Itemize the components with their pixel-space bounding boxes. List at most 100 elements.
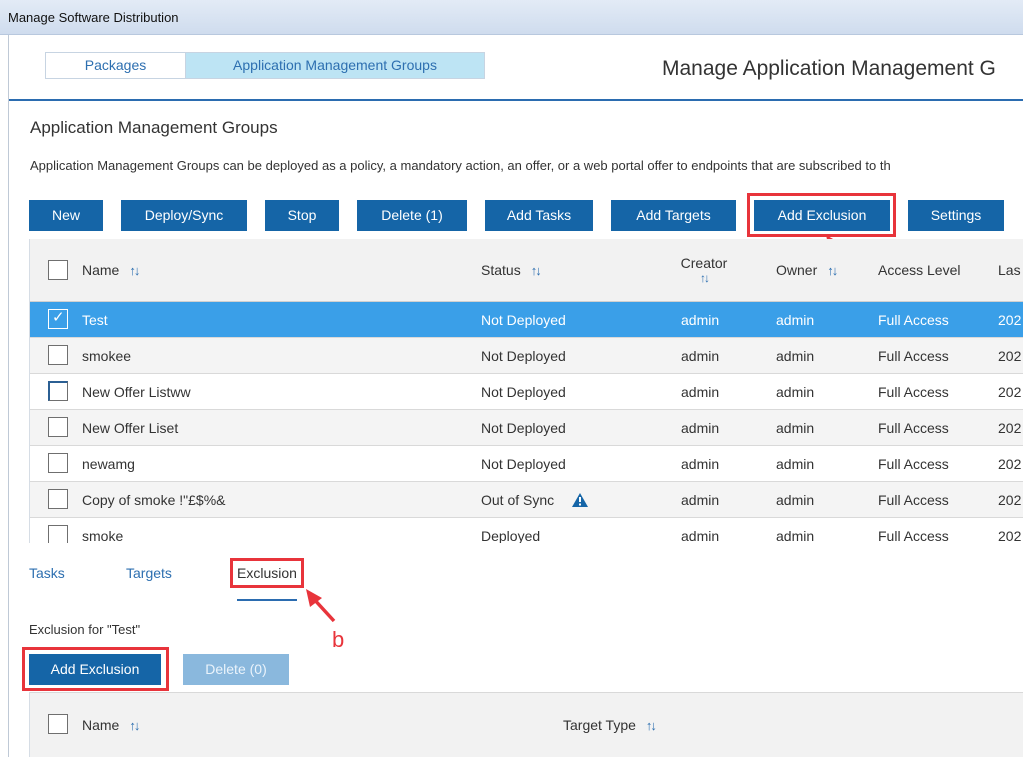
annotation-arrow-b (306, 589, 336, 623)
row-checkbox[interactable] (48, 489, 68, 509)
row-name: New Offer Listww (82, 384, 191, 400)
col-creator-label: Creator (680, 255, 728, 271)
delete-button[interactable]: Delete (1) (357, 200, 467, 231)
row-owner: admin (776, 348, 815, 364)
select-all-checkbox[interactable] (48, 260, 68, 280)
col-status-label: Status (481, 262, 521, 278)
row-creator: admin (681, 348, 720, 364)
col-last-header[interactable]: Las (998, 262, 1021, 278)
row-access: Full Access (878, 492, 949, 508)
header-divider (9, 99, 1023, 101)
sort-icon: ↑↓ (700, 271, 710, 285)
row-last: 202 (998, 420, 1022, 436)
row-owner: admin (776, 420, 815, 436)
tab-application-management-groups[interactable]: Application Management Groups (186, 53, 484, 78)
exclusion-col-target-type-header[interactable]: Target Type ↑↓ (563, 717, 657, 733)
table-header: Name ↑↓ Status ↑↓ Creator ↑↓ Owner ↑↓ Acces… (30, 239, 1023, 302)
row-last: 202 (998, 492, 1022, 508)
col-access-level-header[interactable]: Access Level (878, 262, 960, 278)
row-creator: admin (681, 384, 720, 400)
exclusion-col-name-header[interactable]: Name ↑↓ (82, 717, 140, 733)
row-owner: admin (776, 492, 815, 508)
sort-icon: ↑↓ (129, 263, 140, 278)
row-creator: admin (681, 312, 720, 328)
row-access: Full Access (878, 420, 949, 436)
new-button[interactable]: New (29, 200, 103, 231)
row-last: 202 (998, 348, 1022, 364)
sort-icon: ↑↓ (530, 263, 542, 278)
row-access: Full Access (878, 312, 949, 328)
row-status: Not Deployed (481, 348, 566, 364)
checkmark-icon: ✓ (52, 309, 65, 326)
add-exclusion-button[interactable]: Add Exclusion (754, 200, 890, 231)
row-checkbox[interactable] (48, 345, 68, 365)
row-access: Full Access (878, 528, 949, 543)
exclusion-select-all-checkbox[interactable] (48, 714, 68, 734)
subtab-active-indicator (237, 599, 297, 601)
row-name: Copy of smoke !"£$%& (82, 492, 226, 508)
row-owner: admin (776, 312, 815, 328)
table-row[interactable]: New Offer Listww Not Deployed admin admi… (30, 374, 1023, 410)
row-access: Full Access (878, 384, 949, 400)
add-tasks-button[interactable]: Add Tasks (485, 200, 593, 231)
col-name-header[interactable]: Name ↑↓ (82, 262, 140, 278)
table-row[interactable]: newamg Not Deployed admin admin Full Acc… (30, 446, 1023, 482)
row-last: 202 (998, 312, 1022, 328)
stop-button[interactable]: Stop (265, 200, 339, 231)
window-title: Manage Software Distribution (8, 10, 179, 25)
row-checkbox[interactable] (48, 417, 68, 437)
exclusion-col-target-type-label: Target Type (563, 717, 636, 733)
row-owner: admin (776, 384, 815, 400)
tab-packages[interactable]: Packages (46, 53, 186, 78)
row-checkbox[interactable] (48, 381, 68, 401)
row-creator: admin (681, 528, 720, 543)
row-name: newamg (82, 456, 135, 472)
row-last: 202 (998, 528, 1022, 543)
tab-bar: Packages Application Management Groups (45, 52, 485, 79)
delete-exclusion-button[interactable]: Delete (0) (183, 654, 289, 685)
table-row[interactable]: ✓ Test Not Deployed admin admin Full Acc… (30, 302, 1023, 338)
groups-table: Name ↑↓ Status ↑↓ Creator ↑↓ Owner ↑↓ Acces… (29, 239, 1023, 543)
page-title: Manage Application Management G (662, 57, 996, 80)
table-row[interactable]: smoke Deployed admin admin Full Access 2… (30, 518, 1023, 543)
table-row[interactable]: New Offer Liset Not Deployed admin admin… (30, 410, 1023, 446)
table-row[interactable]: Copy of smoke !"£$%& Out of Sync admin a… (30, 482, 1023, 518)
subtab-targets[interactable]: Targets (126, 565, 172, 581)
row-last: 202 (998, 384, 1022, 400)
row-status: Not Deployed (481, 384, 566, 400)
add-exclusion-bottom-button[interactable]: Add Exclusion (29, 654, 161, 685)
sort-icon: ↑↓ (827, 263, 838, 278)
warning-icon (572, 493, 589, 507)
table-row[interactable]: smokee Not Deployed admin admin Full Acc… (30, 338, 1023, 374)
row-name: New Offer Liset (82, 420, 179, 436)
deploy-sync-button[interactable]: Deploy/Sync (121, 200, 247, 231)
section-description: Application Management Groups can be dep… (30, 158, 891, 173)
exclusion-col-name-label: Name (82, 717, 120, 733)
settings-button[interactable]: Settings (908, 200, 1004, 231)
window-left-border (8, 35, 9, 757)
row-owner: admin (776, 528, 815, 543)
sort-icon: ↑↓ (645, 718, 657, 733)
col-owner-label: Owner (776, 262, 818, 278)
row-creator: admin (681, 492, 720, 508)
col-creator-header[interactable]: Creator ↑↓ (680, 255, 728, 285)
row-access: Full Access (878, 348, 949, 364)
exclusion-heading: Exclusion for "Test" (29, 622, 141, 637)
section-title: Application Management Groups (30, 118, 278, 137)
row-status: Not Deployed (481, 456, 566, 472)
add-targets-button[interactable]: Add Targets (611, 200, 736, 231)
row-checkbox[interactable]: ✓ (48, 309, 68, 329)
row-last: 202 (998, 456, 1022, 472)
row-checkbox[interactable] (48, 525, 68, 543)
row-status: Out of Sync (481, 492, 589, 508)
row-status: Deployed (481, 528, 541, 543)
row-name: smokee (82, 348, 132, 364)
sort-icon: ↑↓ (129, 718, 140, 733)
row-status: Not Deployed (481, 312, 566, 328)
row-checkbox[interactable] (48, 453, 68, 473)
row-owner: admin (776, 456, 815, 472)
col-owner-header[interactable]: Owner ↑↓ (776, 262, 838, 278)
col-status-header[interactable]: Status ↑↓ (481, 262, 542, 278)
subtab-tasks[interactable]: Tasks (29, 565, 65, 581)
subtab-exclusion[interactable]: Exclusion (237, 565, 297, 581)
